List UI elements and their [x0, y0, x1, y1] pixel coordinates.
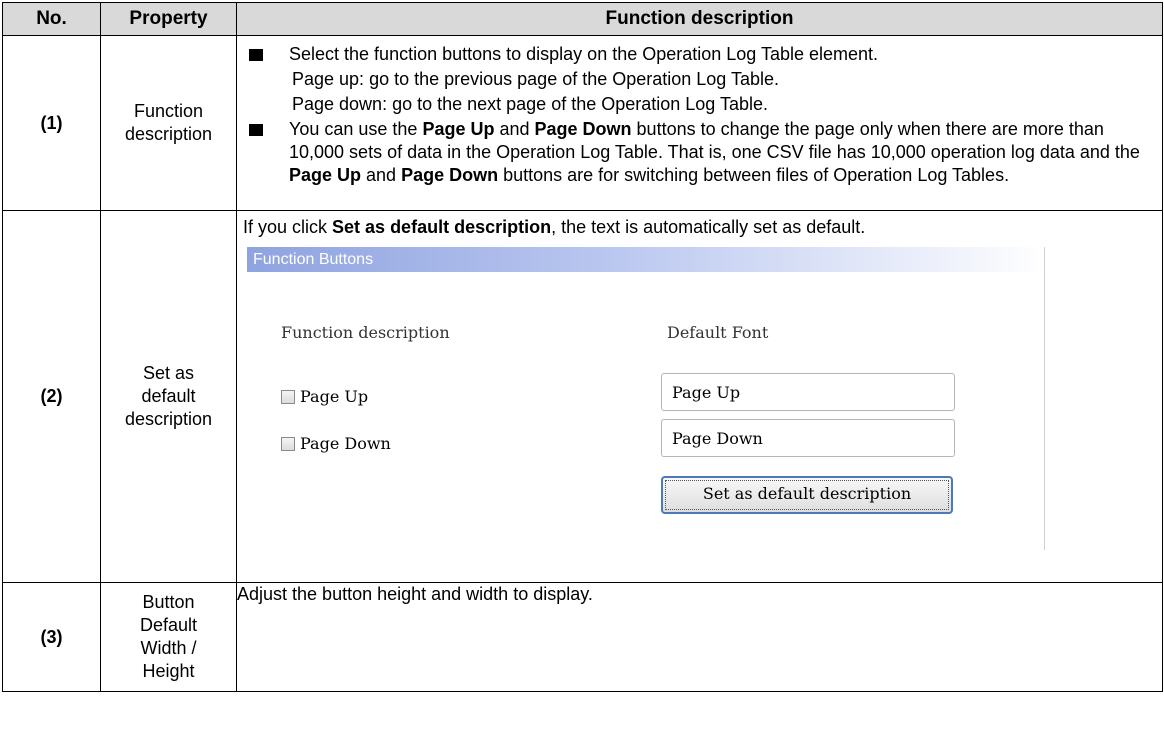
page-down-text-field[interactable]: Page Down [661, 419, 955, 457]
header-property: Property [100, 2, 237, 36]
header-function-description: Function description [236, 2, 1163, 36]
checkbox-page-down[interactable]: Page Down [281, 432, 391, 455]
table-row: (1) Function description Select the func… [2, 35, 1163, 211]
bullet-item: You can use the Page Up and Page Down bu… [237, 118, 1162, 187]
property-text: Function description [124, 101, 213, 144]
row-number: (2) [2, 210, 101, 583]
function-buttons-panel: Function Buttons Function description De… [247, 247, 1052, 550]
row-property: Set as default description [100, 210, 237, 583]
page-up-text-field[interactable]: Page Up [661, 373, 955, 411]
panel-border [1044, 247, 1045, 550]
sub-item: Page down: go to the next page of the Op… [292, 94, 769, 114]
bullet-square-icon [249, 49, 263, 61]
intro-text: If you click Set as default description,… [243, 217, 866, 237]
column-label-default-font: Default Font [667, 323, 769, 342]
table-row: (2) Set as default description If you cl… [2, 210, 1163, 583]
row-description: Adjust the button height and width to di… [236, 582, 1163, 692]
property-table: No. Property Function description (1) Fu… [2, 2, 1163, 692]
bullet-square-icon [249, 124, 263, 136]
checkbox-icon[interactable] [281, 436, 295, 451]
column-label-function-description: Function description [281, 323, 450, 342]
header-no: No. [2, 2, 101, 36]
row-description: If you click Set as default description,… [236, 210, 1163, 583]
checkbox-page-up[interactable]: Page Up [281, 385, 368, 408]
row-property: Button Default Width / Height [100, 582, 237, 692]
table-row: (3) Button Default Width / Height Adjust… [2, 582, 1163, 692]
panel-title: Function Buttons [247, 247, 1047, 272]
header-row: No. Property Function description [2, 2, 1163, 36]
row-description: Select the function buttons to display o… [236, 35, 1163, 211]
sub-item: Page up: go to the previous page of the … [292, 69, 780, 89]
row-property: Function description [100, 35, 237, 211]
row-number: (1) [2, 35, 101, 211]
checkbox-icon[interactable] [281, 389, 295, 404]
set-as-default-description-button[interactable]: Set as default description [661, 476, 953, 514]
bullet-item: Select the function buttons to display o… [237, 43, 1162, 66]
row-number: (3) [2, 582, 101, 692]
